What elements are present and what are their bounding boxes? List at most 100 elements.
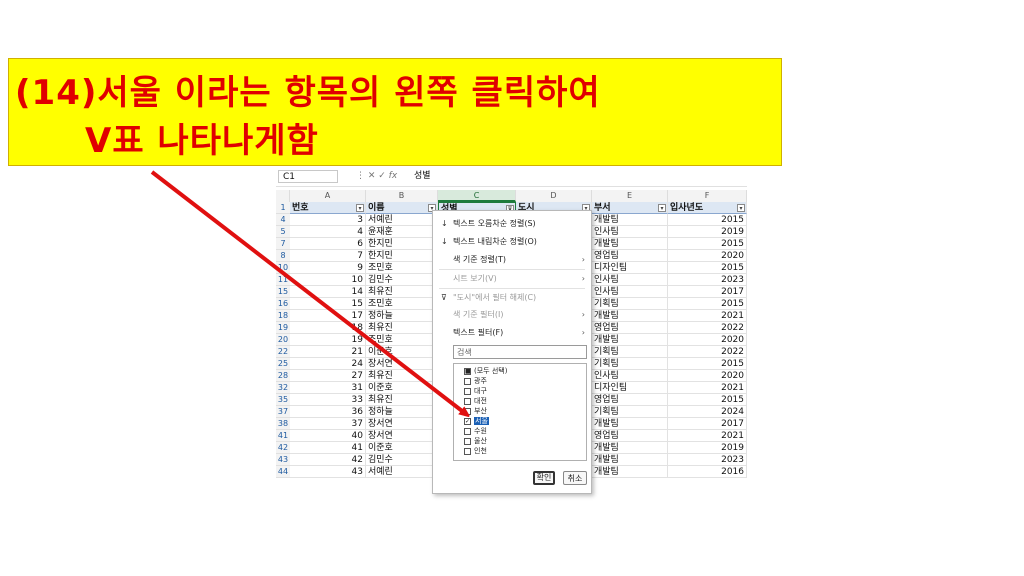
cell-year[interactable]: 2015 — [668, 238, 747, 250]
cell-year[interactable]: 2015 — [668, 214, 747, 226]
cancel-button[interactable]: 취소 — [563, 471, 587, 485]
name-box[interactable]: C1 — [278, 170, 338, 183]
cell-num[interactable]: 17 — [290, 310, 366, 322]
checkbox-partial-icon[interactable]: ■ — [464, 367, 471, 375]
row-number[interactable]: 37 — [276, 406, 290, 418]
checkbox-icon[interactable] — [464, 437, 471, 445]
cell-name[interactable]: 조민호 — [366, 334, 438, 346]
cell-year[interactable]: 2023 — [668, 274, 747, 286]
cell-year[interactable]: 2021 — [668, 430, 747, 442]
filter-item-incheon[interactable]: 인천 — [464, 446, 487, 456]
cell-year[interactable]: 2021 — [668, 382, 747, 394]
fx-icon[interactable]: ⋮ ✕ ✓ fx — [356, 170, 397, 183]
col-header-e[interactable]: E — [592, 190, 668, 202]
cell-year[interactable]: 2019 — [668, 442, 747, 454]
cell-num[interactable]: 37 — [290, 418, 366, 430]
row-number[interactable]: 19 — [276, 322, 290, 334]
cell-dept[interactable]: 인사팀 — [592, 370, 668, 382]
filter-item-daejeon[interactable]: 대전 — [464, 396, 487, 406]
cell-dept[interactable]: 기획팀 — [592, 358, 668, 370]
cell-year[interactable]: 2023 — [668, 454, 747, 466]
cell-num[interactable]: 10 — [290, 274, 366, 286]
ok-button[interactable]: 확인 — [533, 471, 555, 485]
cell-num[interactable]: 27 — [290, 370, 366, 382]
row-number[interactable]: 44 — [276, 466, 290, 478]
cell-name[interactable]: 조민호 — [366, 262, 438, 274]
cell-num[interactable]: 31 — [290, 382, 366, 394]
cell-num[interactable]: 40 — [290, 430, 366, 442]
cell-year[interactable]: 2015 — [668, 358, 747, 370]
row-number[interactable]: 18 — [276, 310, 290, 322]
cell-dept[interactable]: 기획팀 — [592, 346, 668, 358]
row-number[interactable]: 1 — [276, 202, 290, 214]
row-number[interactable]: 35 — [276, 394, 290, 406]
col-header-f[interactable]: F — [668, 190, 747, 202]
row-number[interactable]: 4 — [276, 214, 290, 226]
corner-cell[interactable] — [276, 190, 290, 202]
formula-value[interactable]: 성별 — [414, 170, 431, 183]
col-header-d[interactable]: D — [516, 190, 592, 202]
cell-dept[interactable]: 개발팀 — [592, 466, 668, 478]
col-header-c[interactable]: C — [438, 190, 516, 202]
cell-year[interactable]: 2024 — [668, 406, 747, 418]
cell-dept[interactable]: 기획팀 — [592, 298, 668, 310]
cell-year[interactable]: 2020 — [668, 334, 747, 346]
row-number[interactable]: 43 — [276, 454, 290, 466]
cell-year[interactable]: 2016 — [668, 466, 747, 478]
checkbox-icon[interactable] — [464, 447, 471, 455]
cell-num[interactable]: 7 — [290, 250, 366, 262]
cell-num[interactable]: 14 — [290, 286, 366, 298]
cell-name[interactable]: 정하늘 — [366, 406, 438, 418]
cell-dept[interactable]: 개발팀 — [592, 454, 668, 466]
cell-num[interactable]: 18 — [290, 322, 366, 334]
cell-num[interactable]: 36 — [290, 406, 366, 418]
cell-year[interactable]: 2020 — [668, 250, 747, 262]
filter-item-seoul[interactable]: ✓ 서울 — [464, 416, 489, 426]
cell-name[interactable]: 장서연 — [366, 418, 438, 430]
cell-dept[interactable]: 개발팀 — [592, 442, 668, 454]
cell-name[interactable]: 이준호 — [366, 346, 438, 358]
checkbox-icon[interactable] — [464, 377, 471, 385]
cell-num[interactable]: 21 — [290, 346, 366, 358]
row-number[interactable]: 28 — [276, 370, 290, 382]
cell-num[interactable]: 4 — [290, 226, 366, 238]
cell-name[interactable]: 이준호 — [366, 382, 438, 394]
row-number[interactable]: 11 — [276, 274, 290, 286]
cell-year[interactable]: 2019 — [668, 226, 747, 238]
menu-sort-descending[interactable]: ↓ 텍스트 내림차순 정렬(O) — [441, 235, 585, 249]
menu-sort-ascending[interactable]: ↓ 텍스트 오름차순 정렬(S) — [441, 217, 585, 231]
cell-dept[interactable]: 디자인팀 — [592, 382, 668, 394]
cell-dept[interactable]: 영업팀 — [592, 394, 668, 406]
cell-num[interactable]: 42 — [290, 454, 366, 466]
cell-dept[interactable]: 디자인팀 — [592, 262, 668, 274]
cell-dept[interactable]: 영업팀 — [592, 430, 668, 442]
cell-name[interactable]: 김민수 — [366, 454, 438, 466]
row-number[interactable]: 25 — [276, 358, 290, 370]
cell-dept[interactable]: 영업팀 — [592, 250, 668, 262]
cell-num[interactable]: 15 — [290, 298, 366, 310]
row-number[interactable]: 42 — [276, 442, 290, 454]
cell-name[interactable]: 최유진 — [366, 286, 438, 298]
cell-name[interactable]: 서예린 — [366, 466, 438, 478]
cell-num[interactable]: 19 — [290, 334, 366, 346]
cell-name[interactable]: 최유진 — [366, 394, 438, 406]
cell-num[interactable]: 24 — [290, 358, 366, 370]
cell-dept[interactable]: 인사팀 — [592, 286, 668, 298]
filter-item-suwon[interactable]: 수원 — [464, 426, 487, 436]
cell-year[interactable]: 2022 — [668, 322, 747, 334]
menu-text-filter[interactable]: 텍스트 필터(F) › — [441, 326, 585, 340]
cell-year[interactable]: 2017 — [668, 418, 747, 430]
cell-dept[interactable]: 인사팀 — [592, 274, 668, 286]
filter-item-gwangju[interactable]: 광주 — [464, 376, 487, 386]
cell-dept[interactable]: 기획팀 — [592, 406, 668, 418]
row-number[interactable]: 10 — [276, 262, 290, 274]
row-number[interactable]: 22 — [276, 346, 290, 358]
cell-name[interactable]: 한지민 — [366, 250, 438, 262]
row-number[interactable]: 38 — [276, 418, 290, 430]
cell-name[interactable]: 최유진 — [366, 370, 438, 382]
cell-year[interactable]: 2015 — [668, 394, 747, 406]
cell-num[interactable]: 9 — [290, 262, 366, 274]
row-number[interactable]: 41 — [276, 430, 290, 442]
cell-num[interactable]: 6 — [290, 238, 366, 250]
cell-dept[interactable]: 개발팀 — [592, 334, 668, 346]
